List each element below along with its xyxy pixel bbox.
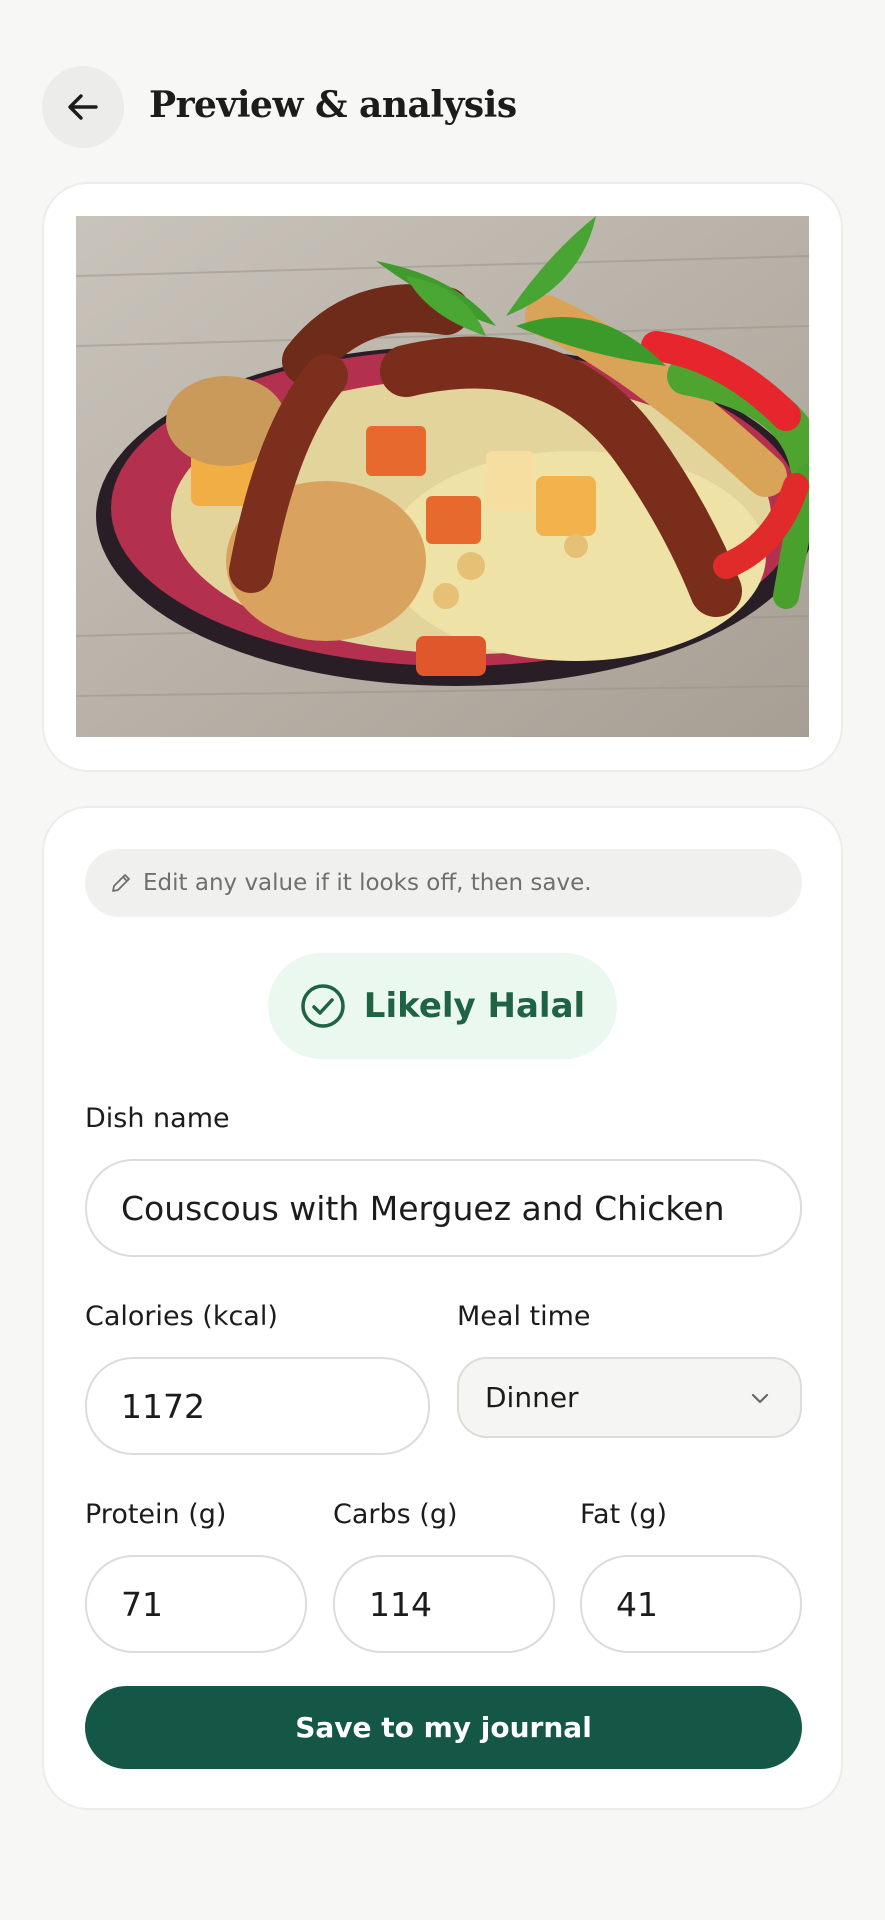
pencil-icon [112,874,130,892]
protein-input[interactable]: 71 [85,1555,307,1653]
protein-label: Protein (g) [85,1499,227,1530]
meal-time-value: Dinner [485,1381,579,1414]
save-to-journal-button[interactable]: Save to my journal [85,1686,802,1769]
analysis-form-card: Edit any value if it looks off, then sav… [42,806,843,1810]
dish-photo [76,216,809,737]
halal-status-badge: Likely Halal [268,953,617,1059]
dish-name-label: Dish name [85,1103,230,1134]
calories-label: Calories (kcal) [85,1301,278,1332]
carbs-label: Carbs (g) [333,1499,458,1530]
halal-status-label: Likely Halal [363,986,586,1026]
dish-name-input[interactable]: Couscous with Merguez and Chicken [85,1159,802,1257]
back-button[interactable] [42,66,124,148]
header: Preview & analysis [0,0,885,200]
fat-label: Fat (g) [580,1499,667,1530]
calories-input[interactable]: 1172 [85,1357,430,1455]
edit-hint-text: Edit any value if it looks off, then sav… [143,870,592,896]
chevron-down-icon [751,1393,769,1403]
meal-time-select[interactable]: Dinner [457,1357,802,1438]
photo-card [42,182,843,772]
edit-hint: Edit any value if it looks off, then sav… [85,849,802,917]
carbs-input[interactable]: 114 [333,1555,555,1653]
check-circle-icon [301,984,345,1028]
fat-input[interactable]: 41 [580,1555,802,1653]
page-title: Preview & analysis [149,84,517,126]
arrow-left-icon [68,94,98,120]
meal-time-label: Meal time [457,1301,591,1332]
